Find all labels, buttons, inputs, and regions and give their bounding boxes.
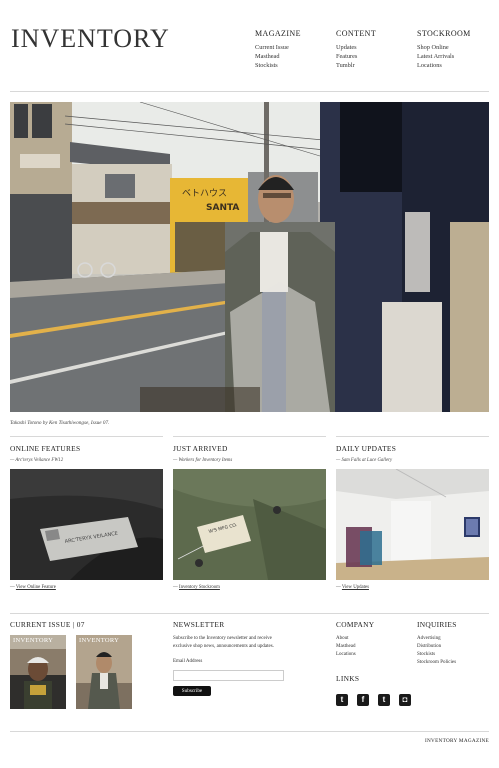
section-divider — [336, 436, 489, 437]
nav-stockroom: STOCKROOM Shop Online Latest Arrivals Lo… — [417, 29, 497, 70]
header-divider — [10, 91, 489, 92]
hero-image[interactable]: ベトハウス SANTA — [10, 102, 489, 412]
feature-thumbnail[interactable]: ARC'TERYX VEILANCE — [10, 469, 163, 580]
nav-content: CONTENT Updates Features Tumblr — [336, 29, 416, 70]
nav-heading-magazine: MAGAZINE — [255, 29, 301, 38]
newsletter-text: Subscribe to the Inventory newsletter an… — [173, 636, 274, 649]
nav-magazine: MAGAZINE Current Issue Masthead Stockist… — [255, 29, 335, 70]
links-title: LINKS — [336, 674, 360, 683]
email-field[interactable] — [173, 670, 284, 681]
subscribe-button[interactable]: Subscribe — [173, 686, 211, 696]
tumblr-icon[interactable]: t — [336, 694, 348, 706]
nav-link-features[interactable]: Features — [336, 52, 416, 61]
arrival-thumbnail[interactable]: W'S MFG CO. — [173, 469, 326, 580]
current-issue-title: CURRENT ISSUE | 07 — [10, 620, 85, 629]
newsletter-title: NEWSLETTER — [173, 620, 225, 629]
link-text[interactable]: View Online Feature — [16, 585, 56, 590]
section-title: JUST ARRIVED — [173, 444, 228, 453]
nav-link-masthead[interactable]: Masthead — [255, 52, 335, 61]
updates-thumbnail[interactable] — [336, 469, 489, 580]
nav-link-locations[interactable]: Locations — [417, 61, 497, 70]
section-divider — [173, 436, 326, 437]
nav-link-tumblr[interactable]: Tumblr — [336, 61, 416, 70]
section-just-arrived: JUST ARRIVED — Workers for Inventory Ite… — [173, 436, 326, 590]
issue-cover-2[interactable]: INVENTORY — [76, 635, 132, 709]
company-link-about[interactable]: About — [336, 635, 416, 643]
hero-caption: Takashi Totono by Ken Tisathiwongse, Iss… — [10, 420, 110, 426]
company-title: COMPANY — [336, 620, 375, 629]
section-title: ONLINE FEATURES — [10, 444, 81, 453]
bottom-divider — [10, 613, 489, 614]
cover-label: INVENTORY — [79, 637, 120, 644]
twitter-icon[interactable]: t — [378, 694, 390, 706]
link-text[interactable]: View Updates — [342, 585, 369, 590]
section-subtitle: — Workers for Inventory Items — [173, 458, 233, 463]
company-link-locations[interactable]: Locations — [336, 651, 416, 659]
section-online-features: ONLINE FEATURES — Arc'teryx Veilance FW1… — [10, 436, 163, 590]
inquiries: INQUIRIES Advertising Distribution Stock… — [417, 620, 497, 667]
view-updates-link[interactable]: — View Updates — [336, 585, 489, 590]
facebook-icon[interactable]: f — [357, 694, 369, 706]
site-logo[interactable]: INVENTORY — [11, 24, 170, 54]
current-issue: CURRENT ISSUE | 07 INVENTORY INVENTORY — [10, 620, 163, 709]
nav-heading-stockroom: STOCKROOM — [417, 29, 471, 38]
nav-link-updates[interactable]: Updates — [336, 43, 416, 52]
inquiries-title: INQUIRIES — [417, 620, 457, 629]
section-title: DAILY UPDATES — [336, 444, 397, 453]
inquiries-link-stockists[interactable]: Stockists — [417, 651, 497, 659]
footer-label[interactable]: INVENTORY MAGAZINE — [425, 738, 489, 744]
section-daily-updates: DAILY UPDATES — Sam Falls at Luce Galler… — [336, 436, 489, 590]
footer-divider — [10, 731, 489, 732]
section-divider — [10, 436, 163, 437]
inquiries-link-distribution[interactable]: Distribution — [417, 643, 497, 651]
link-text[interactable]: Inventory Stockroom — [179, 585, 220, 590]
section-subtitle: — Sam Falls at Luce Gallery — [336, 458, 393, 463]
shop-sign-kanji: ベトハウス — [182, 188, 227, 199]
inquiries-link-advertising[interactable]: Advertising — [417, 635, 497, 643]
company-link-masthead[interactable]: Masthead — [336, 643, 416, 651]
issue-cover-1[interactable]: INVENTORY — [10, 635, 66, 709]
nav-link-current-issue[interactable]: Current Issue — [255, 43, 335, 52]
view-online-feature-link[interactable]: — View Online Feature — [10, 585, 163, 590]
company: COMPANY About Masthead Locations — [336, 620, 416, 659]
nav-link-shop-online[interactable]: Shop Online — [417, 43, 497, 52]
shop-sign: SANTA — [206, 203, 239, 213]
inquiries-link-stockroom-policies[interactable]: Stockroom Policies — [417, 659, 497, 667]
newsletter: NEWSLETTER Subscribe to the Inventory ne… — [173, 620, 323, 696]
nav-heading-content: CONTENT — [336, 29, 377, 38]
instagram-icon[interactable]: ◘ — [399, 694, 411, 706]
links: LINKS t f t ◘ — [336, 674, 436, 707]
section-subtitle: — Arc'teryx Veilance FW12 — [10, 458, 64, 463]
email-label: Email Address — [173, 659, 203, 664]
inventory-stockroom-link[interactable]: — Inventory Stockroom — [173, 585, 326, 590]
nav-link-latest-arrivals[interactable]: Latest Arrivals — [417, 52, 497, 61]
cover-label: INVENTORY — [13, 637, 54, 644]
nav-link-stockists[interactable]: Stockists — [255, 61, 335, 70]
